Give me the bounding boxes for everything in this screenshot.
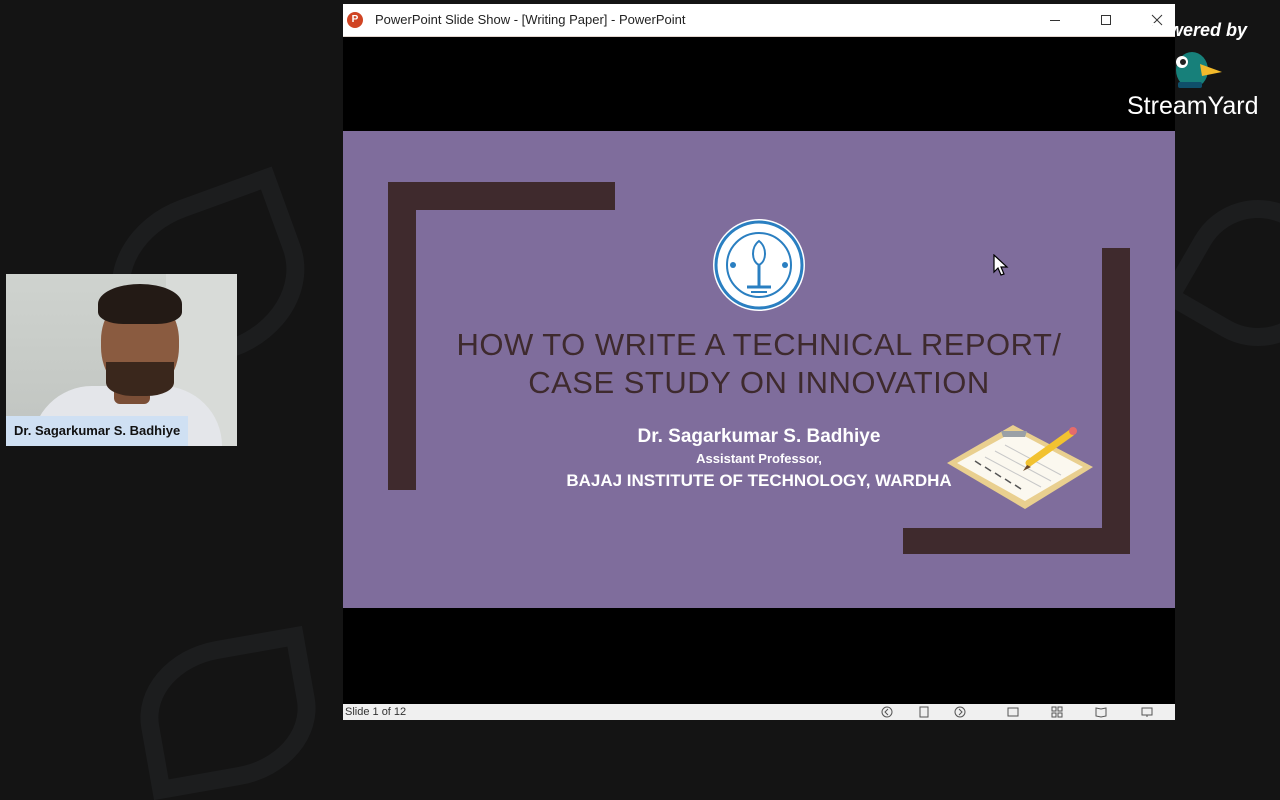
slideshow-status-bar: Slide 1 of 12 (343, 704, 1175, 720)
next-slide-button[interactable] (954, 706, 966, 718)
clipboard-pencil-illustration (947, 425, 1093, 509)
background-leaf-decoration (1158, 173, 1280, 373)
previous-slide-button[interactable] (881, 706, 893, 718)
maximize-button[interactable] (1083, 4, 1129, 36)
background-leaf-decoration (128, 625, 328, 800)
slide-menu-button[interactable] (918, 706, 930, 718)
participant-name-label: Dr. Sagarkumar S. Badhiye (6, 416, 189, 446)
powerpoint-window: P PowerPoint Slide Show - [Writing Paper… (343, 4, 1175, 720)
slide-title-line-1: HOW TO WRITE A TECHNICAL REPORT/ (456, 327, 1062, 362)
slide-frame-bottom-right-horizontal (903, 528, 1130, 554)
slide-institution: BAJAJ INSTITUTE OF TECHNOLOGY, WARDHA (566, 471, 952, 490)
slideshow-view-button[interactable] (1141, 706, 1153, 718)
slide-sorter-button[interactable] (1051, 706, 1063, 718)
normal-view-button[interactable] (1007, 706, 1019, 718)
streamyard-brand-name: StreamYard (1127, 92, 1259, 120)
presentation-slide[interactable]: HOW TO WRITE A TECHNICAL REPORT/ CASE ST… (343, 131, 1175, 608)
participant-beard (106, 362, 174, 396)
slide-author-role: Assistant Professor, (696, 451, 822, 466)
participant-hair (98, 284, 182, 324)
university-seal-logo (713, 219, 805, 311)
slide-frame-top-left-horizontal (388, 182, 615, 210)
maximize-icon (1101, 15, 1111, 25)
reading-view-button[interactable] (1095, 706, 1107, 718)
powered-by-text: Powered by (1146, 20, 1248, 40)
mouse-cursor-icon (993, 254, 1009, 276)
slide-title-line-2: CASE STUDY ON INNOVATION (528, 365, 990, 400)
slide-title: HOW TO WRITE A TECHNICAL REPORT/ CASE ST… (403, 326, 1115, 402)
powerpoint-app-icon: P (347, 12, 363, 28)
window-title: PowerPoint Slide Show - [Writing Paper] … (375, 12, 686, 27)
window-titlebar[interactable]: P PowerPoint Slide Show - [Writing Paper… (343, 4, 1175, 37)
streamyard-logo-icon (1176, 52, 1222, 88)
minimize-button[interactable] (1032, 4, 1078, 36)
participant-video-tile[interactable]: Dr. Sagarkumar S. Badhiye (6, 274, 237, 446)
slide-counter: Slide 1 of 12 (345, 706, 407, 718)
minimize-icon (1050, 20, 1060, 21)
slide-author: Dr. Sagarkumar S. Badhiye (637, 426, 881, 447)
